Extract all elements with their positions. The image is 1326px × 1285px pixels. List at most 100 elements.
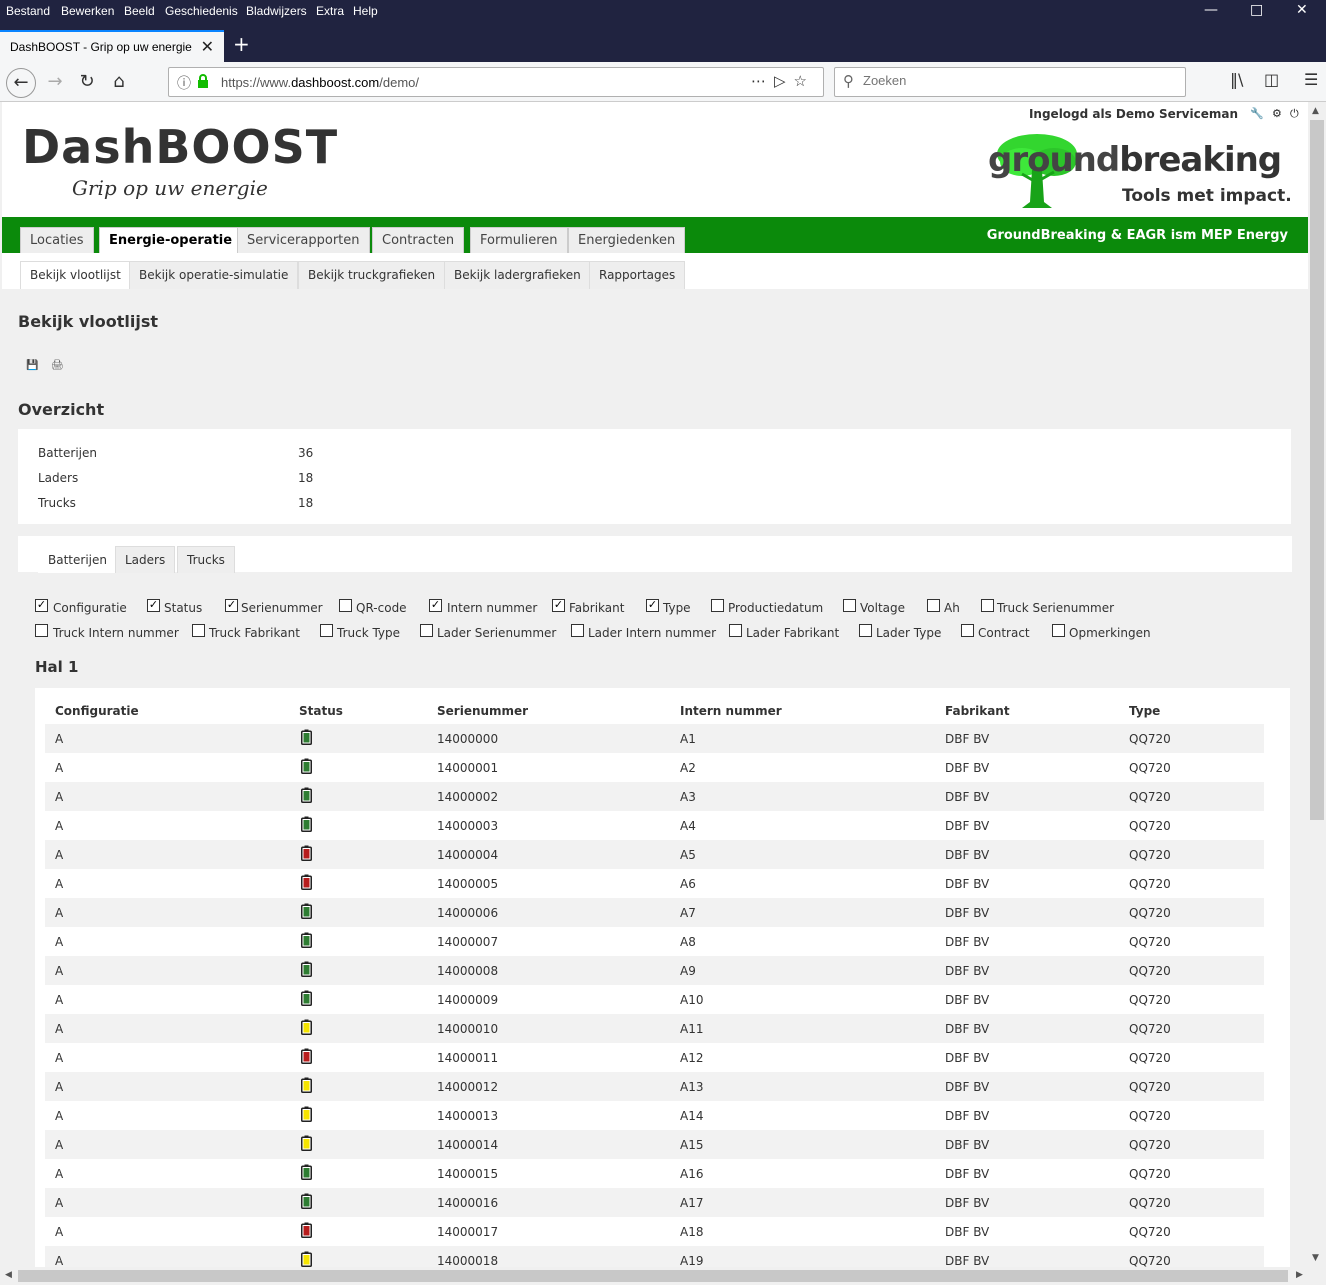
table-row[interactable]: A 14000018 A19 DBF BV QQ720 — [45, 1246, 1264, 1267]
save-icon[interactable]: 💾 — [26, 360, 38, 371]
column-checkbox[interactable] — [420, 624, 433, 637]
reload-icon[interactable]: ↻ — [74, 70, 100, 96]
table-row[interactable]: A 14000013 A14 DBF BV QQ720 — [45, 1101, 1264, 1130]
column-checkbox[interactable] — [729, 624, 742, 637]
column-checkbox-label[interactable]: Intern nummer — [447, 601, 537, 615]
column-checkbox-label[interactable]: Status — [164, 601, 202, 615]
table-row[interactable]: A 14000002 A3 DBF BV QQ720 — [45, 782, 1264, 811]
table-row[interactable]: A 14000015 A16 DBF BV QQ720 — [45, 1159, 1264, 1188]
column-checkbox-label[interactable]: Lader Type — [876, 626, 941, 640]
column-checkbox[interactable]: ✓ — [35, 599, 48, 612]
subtab-bekijk-operatie-simulatie[interactable]: Bekijk operatie-simulatie — [129, 261, 299, 289]
horizontal-scroll-thumb[interactable] — [18, 1270, 1288, 1282]
column-checkbox-label[interactable]: Truck Intern nummer — [53, 626, 179, 640]
th-type[interactable]: Type — [1129, 704, 1160, 718]
print-icon[interactable]: 🖨 — [51, 360, 64, 371]
table-row[interactable]: A 14000003 A4 DBF BV QQ720 — [45, 811, 1264, 840]
close-window-icon[interactable]: ✕ — [1296, 2, 1308, 18]
table-row[interactable]: A 14000017 A18 DBF BV QQ720 — [45, 1217, 1264, 1246]
th-fabrikant[interactable]: Fabrikant — [945, 704, 1010, 718]
tab-formulieren[interactable]: Formulieren — [470, 227, 568, 253]
column-checkbox[interactable] — [927, 599, 940, 612]
url-bar[interactable]: ⓘ https://www.dashboost.com/demo/ ⋯▷☆ — [168, 67, 824, 97]
column-checkbox[interactable] — [711, 599, 724, 612]
column-checkbox[interactable] — [339, 599, 352, 612]
column-checkbox[interactable] — [1052, 624, 1065, 637]
maximize-icon[interactable]: □ — [1250, 2, 1263, 18]
info-icon[interactable]: ⓘ — [177, 73, 191, 93]
library-icon[interactable]: ‖\ — [1230, 70, 1243, 89]
table-row[interactable]: A 14000008 A9 DBF BV QQ720 — [45, 956, 1264, 985]
scroll-left-icon[interactable]: ◀ — [5, 1270, 12, 1280]
column-checkbox-label[interactable]: Contract — [978, 626, 1030, 640]
tab-trucks[interactable]: Trucks — [177, 546, 235, 573]
table-row[interactable]: A 14000005 A6 DBF BV QQ720 — [45, 869, 1264, 898]
column-checkbox[interactable]: ✓ — [147, 599, 160, 612]
column-checkbox[interactable]: ✓ — [429, 599, 442, 612]
vertical-scrollbar[interactable]: ▲ ▼ — [1308, 102, 1326, 1267]
column-checkbox[interactable] — [320, 624, 333, 637]
th-serienummer[interactable]: Serienummer — [437, 704, 528, 718]
column-checkbox-label[interactable]: Fabrikant — [569, 601, 624, 615]
column-checkbox[interactable]: ✓ — [552, 599, 565, 612]
table-row[interactable]: A 14000001 A2 DBF BV QQ720 — [45, 753, 1264, 782]
tab-locaties[interactable]: Locaties — [20, 227, 94, 253]
th-intern-nummer[interactable]: Intern nummer — [680, 704, 782, 718]
column-checkbox-label[interactable]: Configuratie — [53, 601, 127, 615]
column-checkbox[interactable] — [192, 624, 205, 637]
table-row[interactable]: A 14000010 A11 DBF BV QQ720 — [45, 1014, 1264, 1043]
column-checkbox[interactable]: ✓ — [646, 599, 659, 612]
new-tab-icon[interactable]: + — [233, 32, 250, 56]
tab-energie-operatie[interactable]: Energie-operatie — [99, 227, 243, 253]
column-checkbox[interactable]: ✓ — [225, 599, 238, 612]
scroll-down-icon[interactable]: ▼ — [1312, 1253, 1319, 1263]
column-checkbox-label[interactable]: Lader Fabrikant — [746, 626, 839, 640]
table-row[interactable]: A 14000007 A8 DBF BV QQ720 — [45, 927, 1264, 956]
menu-geschiedenis[interactable]: Geschiedenis — [165, 4, 238, 18]
column-checkbox-label[interactable]: Voltage — [860, 601, 905, 615]
table-row[interactable]: A 14000009 A10 DBF BV QQ720 — [45, 985, 1264, 1014]
table-row[interactable]: A 14000012 A13 DBF BV QQ720 — [45, 1072, 1264, 1101]
table-row[interactable]: A 14000011 A12 DBF BV QQ720 — [45, 1043, 1264, 1072]
column-checkbox-label[interactable]: Serienummer — [241, 601, 323, 615]
gear-icon[interactable]: ⚙ — [1272, 107, 1282, 120]
table-row[interactable]: A 14000000 A1 DBF BV QQ720 — [45, 724, 1264, 753]
th-configuratie[interactable]: Configuratie — [55, 704, 139, 718]
column-checkbox-label[interactable]: QR-code — [356, 601, 407, 615]
hamburger-menu-icon[interactable]: ☰ — [1304, 70, 1318, 89]
tab-energiedenken[interactable]: Energiedenken — [568, 227, 686, 253]
search-bar[interactable]: ⚲ — [834, 67, 1186, 97]
column-checkbox-label[interactable]: Truck Serienummer — [997, 601, 1114, 615]
column-checkbox[interactable] — [981, 599, 994, 612]
tab-contracten[interactable]: Contracten — [372, 227, 465, 253]
wrench-icon[interactable]: 🔧 — [1250, 107, 1264, 120]
menu-bewerken[interactable]: Bewerken — [61, 4, 114, 18]
table-row[interactable]: A 14000016 A17 DBF BV QQ720 — [45, 1188, 1264, 1217]
sidebar-icon[interactable]: ◫ — [1264, 70, 1279, 89]
menu-bestand[interactable]: Bestand — [6, 4, 50, 18]
page-actions-icon[interactable]: ⋯▷☆ — [751, 72, 815, 90]
logo-title[interactable]: DashBOOST — [22, 120, 338, 174]
subtab-bekijk-vlootlijst[interactable]: Bekijk vlootlijst — [20, 261, 131, 289]
forward-icon[interactable]: → — [42, 70, 68, 96]
subtab-rapportages[interactable]: Rapportages — [589, 261, 686, 289]
column-checkbox-label[interactable]: Lader Serienummer — [437, 626, 556, 640]
close-tab-icon[interactable]: ✕ — [201, 37, 214, 56]
table-row[interactable]: A 14000004 A5 DBF BV QQ720 — [45, 840, 1264, 869]
column-checkbox-label[interactable]: Ah — [944, 601, 960, 615]
column-checkbox[interactable] — [843, 599, 856, 612]
scroll-up-icon[interactable]: ▲ — [1312, 106, 1319, 116]
th-status[interactable]: Status — [299, 704, 343, 718]
browser-tab[interactable]: DashBOOST - Grip op uw energie ✕ — [0, 30, 224, 62]
minimize-icon[interactable]: — — [1204, 2, 1218, 18]
search-input[interactable] — [863, 73, 1163, 88]
scroll-right-icon[interactable]: ▶ — [1296, 1270, 1303, 1280]
column-checkbox[interactable] — [571, 624, 584, 637]
menu-help[interactable]: Help — [353, 4, 378, 18]
tab-batterijen[interactable]: Batterijen — [38, 546, 117, 573]
column-checkbox[interactable] — [859, 624, 872, 637]
column-checkbox-label[interactable]: Productiedatum — [728, 601, 823, 615]
column-checkbox-label[interactable]: Type — [663, 601, 691, 615]
subtab-bekijk-truckgrafieken[interactable]: Bekijk truckgrafieken — [298, 261, 446, 289]
tab-laders[interactable]: Laders — [115, 546, 176, 573]
